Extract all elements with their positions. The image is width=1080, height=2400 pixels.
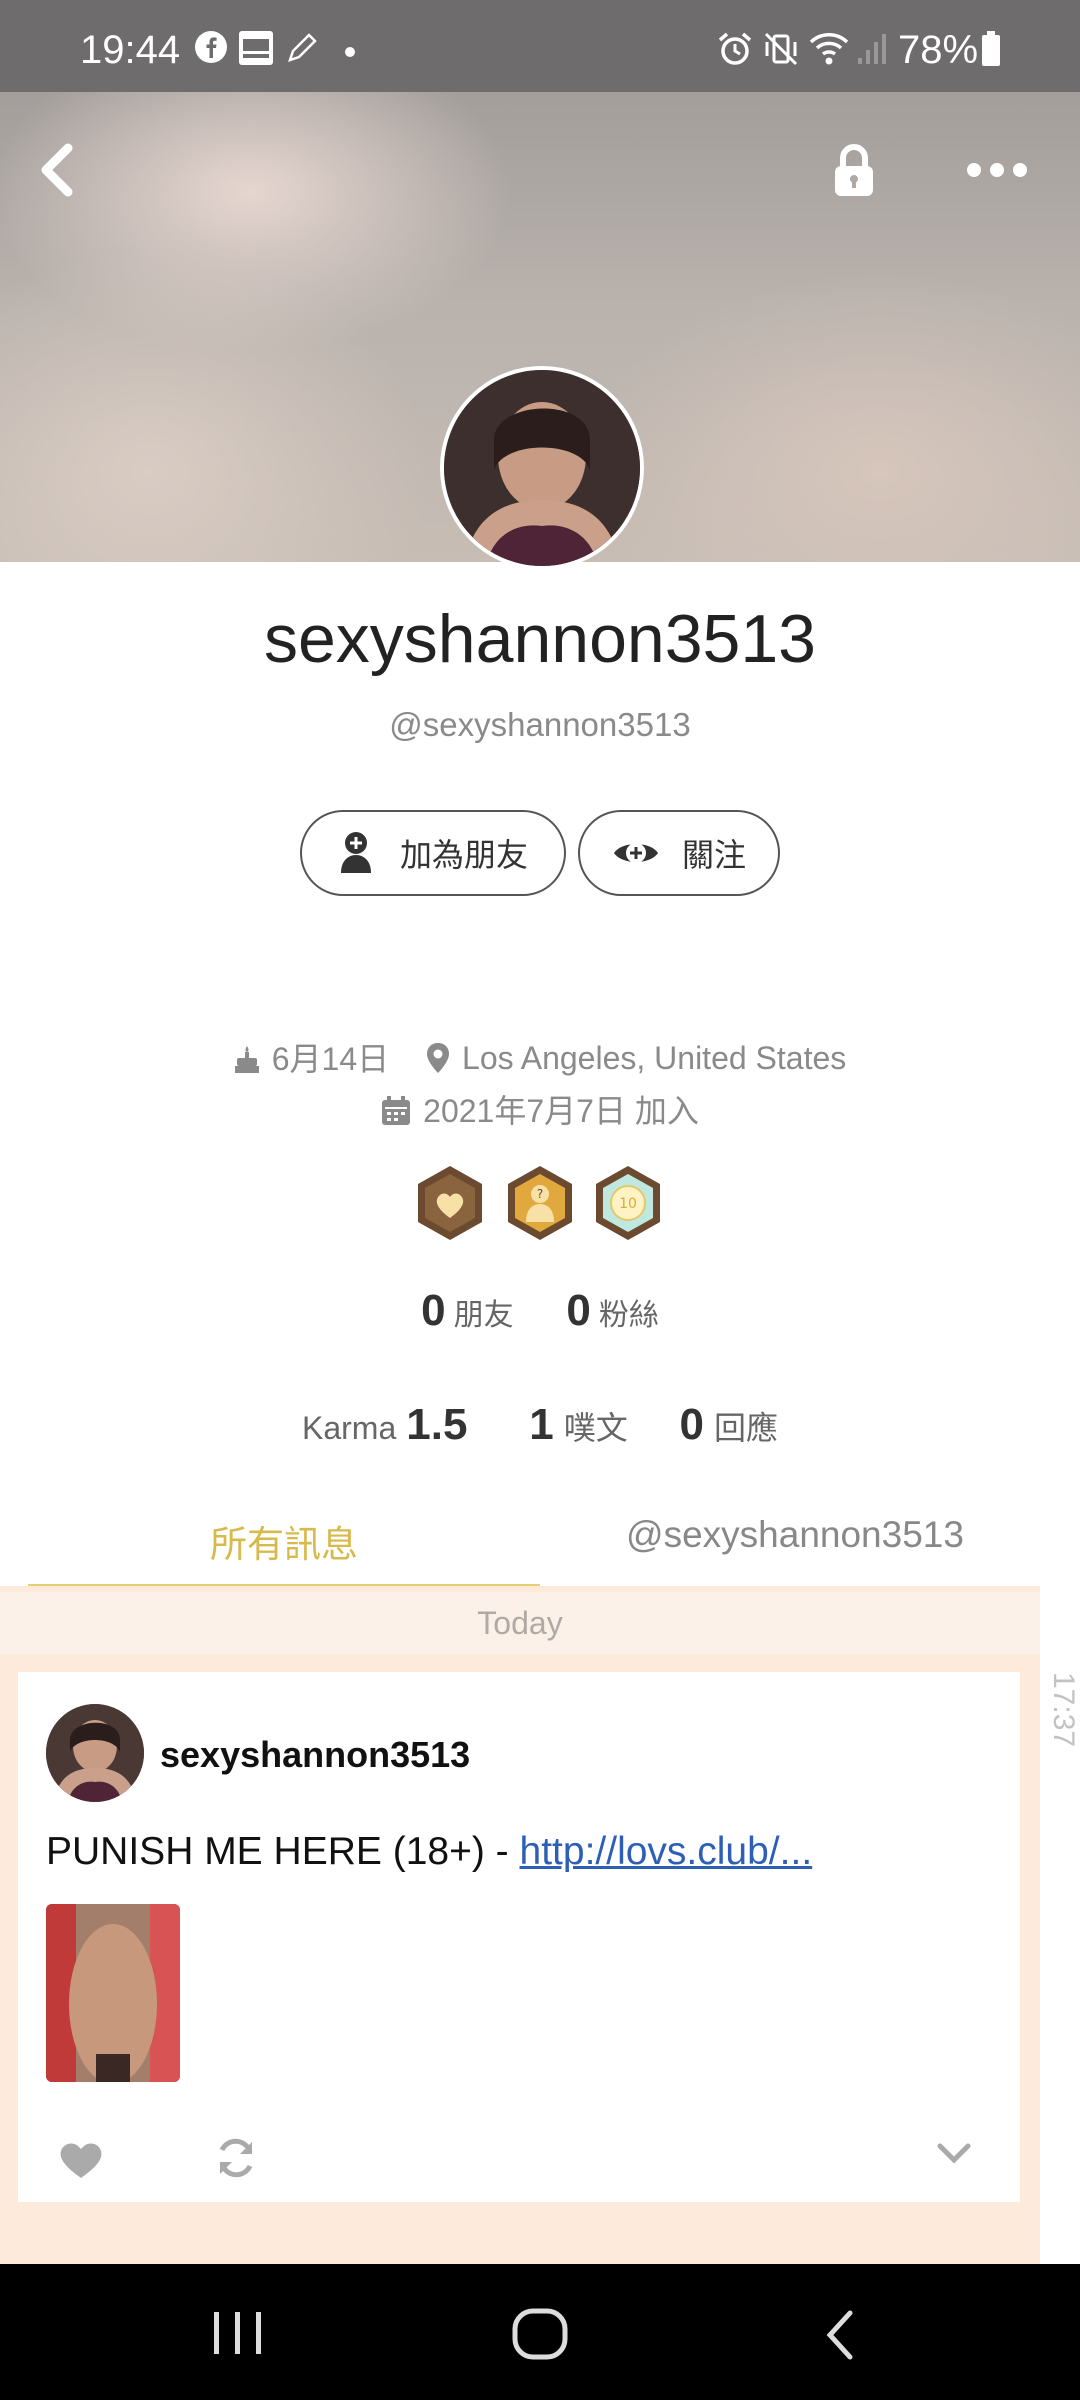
friends-stat[interactable]: 0 朋友: [421, 1286, 514, 1335]
tab-all-messages[interactable]: 所有訊息: [28, 1514, 540, 1589]
mystery-user-badge-icon[interactable]: ?: [504, 1164, 576, 1242]
cake-icon: [234, 1046, 259, 1073]
back-nav-icon[interactable]: [820, 2308, 860, 2362]
home-icon[interactable]: [510, 2306, 570, 2362]
fans-count: 0: [566, 1286, 591, 1335]
profile-display-name: sexyshannon3513: [263, 601, 816, 677]
more-options-button[interactable]: [962, 150, 1032, 190]
eye-plus-icon: [613, 843, 658, 863]
profile-avatar[interactable]: [440, 366, 644, 570]
tab-user-handle[interactable]: @sexyshannon3513: [560, 1514, 1030, 1584]
avatar-image: [444, 370, 640, 566]
chevron-down-icon: [937, 2143, 971, 2164]
follow-button[interactable]: 關注: [578, 810, 780, 896]
joined-item: 2021年7月7日 加入: [381, 1087, 699, 1135]
location-text: Los Angeles, United States: [462, 1040, 847, 1076]
profile-meta: 6月14日 Los Angeles, United States 2021年7月…: [100, 1034, 980, 1139]
friend-fan-counts: 0 朋友 0 粉絲: [0, 1286, 1080, 1336]
battery-icon: [982, 31, 1000, 66]
battery-percent: 78%: [898, 28, 979, 72]
post-link[interactable]: http://lovs.club/...: [520, 1830, 813, 1873]
post-username[interactable]: sexyshannon3513: [160, 1734, 470, 1776]
birthday-item: 6月14日: [234, 1035, 389, 1083]
heart-icon: [60, 2143, 102, 2178]
post-photo: [46, 1904, 180, 2082]
facebook-icon: [195, 31, 227, 63]
refresh-icon: [219, 2138, 253, 2178]
plurks-count: 1: [529, 1400, 554, 1449]
friends-label: 朋友: [453, 1299, 514, 1332]
back-button[interactable]: [30, 138, 86, 202]
add-friend-label: 加為朋友: [399, 837, 528, 873]
friends-count: 0: [421, 1286, 446, 1335]
post-text: PUNISH ME HERE (18+) -: [46, 1830, 520, 1873]
responses-count: 0: [679, 1400, 704, 1449]
privacy-lock-button[interactable]: [826, 140, 882, 204]
replurk-button[interactable]: [214, 2136, 258, 2180]
karma-value: 1.5: [406, 1400, 468, 1449]
play-together-icon: [239, 31, 273, 65]
svg-text:?: ?: [537, 1187, 543, 1201]
recent-apps-icon[interactable]: [210, 2308, 266, 2358]
profile-handle: @sexyshannon3513: [389, 706, 691, 743]
karma-label: Karma: [302, 1410, 397, 1446]
heart-badge-icon[interactable]: [414, 1164, 486, 1242]
post-avatar-image: [46, 1704, 144, 1802]
follow-label: 關注: [681, 837, 746, 873]
post-image-thumbnail[interactable]: [46, 1904, 180, 2082]
birthday-text: 6月14日: [271, 1041, 390, 1077]
vibrate-mute-icon: [764, 32, 798, 66]
day-divider: Today: [0, 1592, 1040, 1654]
calendar-icon: [382, 1096, 411, 1125]
chevron-left-icon: [41, 143, 73, 197]
status-bar: 19:44 78%: [0, 0, 1080, 92]
wifi-icon: [809, 33, 849, 65]
expand-post-button[interactable]: [934, 2138, 974, 2168]
fans-label: 粉絲: [598, 1299, 659, 1332]
alarm-icon: [718, 32, 752, 65]
timeline-time: 17:37: [1047, 1672, 1080, 1748]
lock-icon: [835, 144, 873, 196]
fans-stat[interactable]: 0 粉絲: [566, 1286, 659, 1335]
more-icon: [967, 163, 1027, 177]
add-friend-button[interactable]: 加為朋友: [300, 810, 566, 896]
location-item: Los Angeles, United States: [426, 1034, 846, 1082]
pencil-icon: [288, 33, 317, 62]
ten-badge-icon[interactable]: 10: [592, 1164, 664, 1242]
status-time: 19:44: [80, 28, 181, 72]
like-button[interactable]: [58, 2140, 104, 2180]
dot-icon: [345, 47, 355, 57]
signal-icon: [858, 34, 886, 64]
karma-stats: Karma 1.5 1 噗文 0 回應: [0, 1400, 1080, 1450]
system-navigation-bar: [0, 2264, 1080, 2400]
map-pin-icon: [427, 1043, 450, 1073]
plurks-label: 噗文: [563, 1410, 628, 1446]
svg-text:10: 10: [619, 1196, 637, 1212]
add-user-icon: [340, 832, 371, 873]
post-content: PUNISH ME HERE (18+) - http://lovs.club/…: [46, 1830, 812, 1874]
responses-label: 回應: [713, 1410, 778, 1446]
post-avatar[interactable]: [46, 1704, 144, 1802]
joined-text: 2021年7月7日 加入: [423, 1093, 699, 1129]
